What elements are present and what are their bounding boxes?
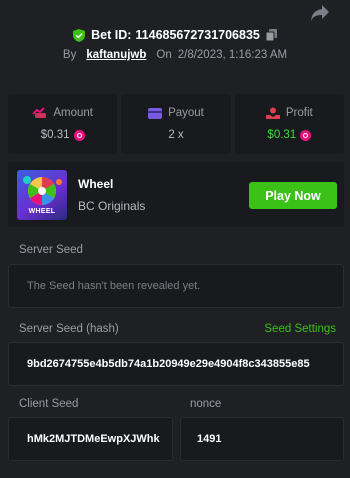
by-label: By [62, 49, 77, 61]
play-now-button[interactable]: Play Now [249, 182, 337, 209]
server-seed-hash-label: Server Seed (hash) [19, 323, 119, 335]
stat-payout: Payout 2 x [121, 94, 231, 154]
amount-icon [32, 107, 47, 118]
game-name: Wheel [78, 177, 114, 191]
coin-icon [300, 129, 312, 141]
client-seed-value: hMk2MJTDMeEwpXJWhk [27, 433, 160, 445]
stat-profit: Profit $0.31 [234, 94, 344, 154]
nonce-field[interactable]: 1491 [180, 417, 344, 461]
server-seed-hash-value: 9bd2674755e4b5db74a1b20949e29e4904f8c343… [27, 358, 310, 370]
game-card: WHEEL Wheel BC Originals Play Now [8, 162, 344, 227]
stat-payout-value: 2 x [168, 129, 184, 141]
bet-header: Bet ID: 114685672731706835 By kaftanujwb… [0, 28, 350, 61]
stat-amount-label: Amount [53, 107, 93, 119]
shield-check-icon [73, 28, 86, 42]
client-seed-field[interactable]: hMk2MJTDMeEwpXJWhk [8, 417, 173, 461]
bet-id-value: 114685672731706835 [135, 28, 260, 42]
server-seed-field: The Seed hasn't been revealed yet. [8, 264, 344, 308]
stat-profit-label: Profit [285, 107, 313, 119]
seed-settings-link[interactable]: Seed Settings [264, 323, 336, 335]
nonce-label: nonce [190, 398, 222, 410]
game-provider: BC Originals [78, 199, 146, 213]
stat-profit-value: $0.31 [267, 129, 297, 141]
payout-icon [148, 107, 163, 119]
share-icon[interactable] [310, 4, 330, 22]
bet-datetime: 2/8/2023, 1:16:23 AM [177, 49, 288, 61]
username-link[interactable]: kaftanujwb [86, 49, 146, 61]
server-seed-label: Server Seed [19, 244, 83, 256]
bet-id-label: Bet ID: [91, 28, 132, 42]
game-thumbnail-text: WHEEL [28, 208, 56, 215]
server-seed-value: The Seed hasn't been revealed yet. [27, 280, 201, 292]
game-thumbnail[interactable]: WHEEL [17, 170, 67, 220]
stat-amount: Amount $0.31 [8, 94, 118, 154]
profit-icon [265, 107, 280, 119]
nonce-value: 1491 [197, 433, 222, 445]
on-label: On [156, 49, 172, 61]
coin-icon [73, 129, 85, 141]
stat-payout-label: Payout [168, 107, 204, 119]
copy-icon[interactable] [265, 29, 277, 41]
bet-id-line: Bet ID: 114685672731706835 [0, 28, 350, 42]
client-seed-label: Client Seed [19, 398, 79, 410]
server-seed-hash-field[interactable]: 9bd2674755e4b5db74a1b20949e29e4904f8c343… [8, 342, 344, 386]
bet-stats: Amount $0.31 Payout 2 x Profit $0.31 [8, 94, 344, 154]
by-line: By kaftanujwb On 2/8/2023, 1:16:23 AM [0, 49, 350, 61]
stat-amount-value: $0.31 [40, 129, 70, 141]
